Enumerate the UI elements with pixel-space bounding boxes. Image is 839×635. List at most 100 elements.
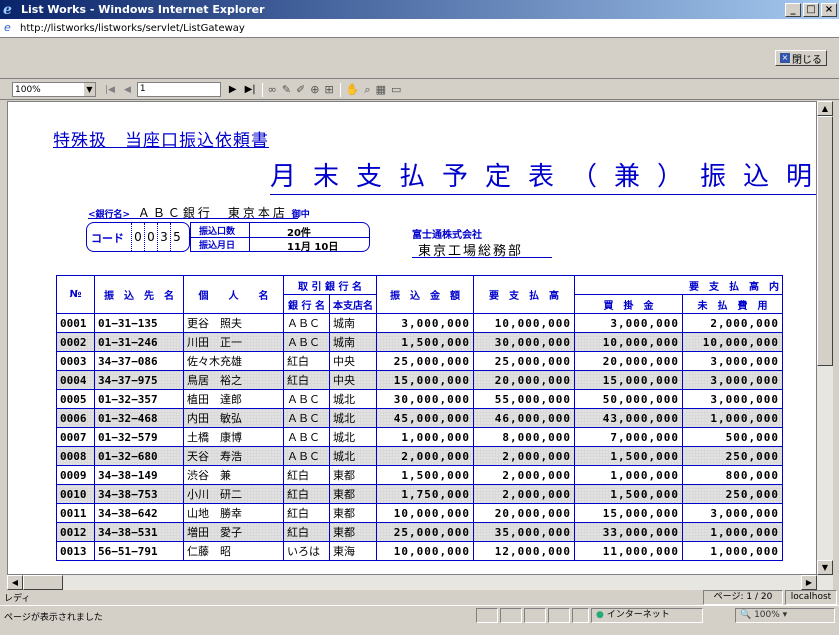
cell-bank: 紅白 — [283, 465, 330, 485]
scroll-left-button[interactable]: ◀ — [7, 575, 23, 590]
horizontal-scrollbar[interactable]: ◀ ▶ — [7, 575, 833, 590]
cell-amount: 2,000,000 — [376, 446, 474, 466]
minimize-button[interactable]: _ — [785, 2, 801, 17]
vertical-scrollbar[interactable]: ▲ ▼ — [817, 101, 833, 575]
scroll-thumb[interactable] — [23, 575, 63, 590]
cell-no: 0006 — [56, 408, 95, 428]
cell-unpaid: 3,000,000 — [682, 503, 783, 523]
cell-buy: 50,000,000 — [574, 389, 683, 409]
cell-total: 20,000,000 — [473, 503, 575, 523]
cell-buy: 43,000,000 — [574, 408, 683, 428]
date-value: 11月 10日 — [287, 242, 339, 253]
table-row: 0013 56−51−791 仁藤 昭いろは 東海 10,000,000 12,000,0… — [56, 541, 783, 561]
marker-icon[interactable]: ✐ — [296, 83, 305, 96]
cell-buy: 20,000,000 — [574, 351, 683, 371]
cell-unpaid: 1,000,000 — [682, 522, 783, 542]
scroll-down-button[interactable]: ▼ — [817, 560, 833, 575]
cell-branch: 城北 — [329, 446, 377, 466]
page-number-input[interactable]: 1 — [136, 82, 221, 97]
cell-total: 2,000,000 — [473, 465, 575, 485]
cell-amount: 1,000,000 — [376, 427, 474, 447]
first-page-button[interactable]: |◀ — [105, 85, 115, 95]
cell-unpaid: 1,000,000 — [682, 408, 783, 428]
header-bank-group: 取 引 銀 行 名 — [283, 275, 377, 295]
cell-bank: ＡＢＣ — [283, 332, 330, 352]
cell-branch: 東都 — [329, 484, 377, 504]
zoom-select[interactable]: 100% ▼ — [12, 82, 96, 97]
cell-branch: 城南 — [329, 332, 377, 352]
browser-zoom-value: 100% — [754, 610, 780, 620]
search-icon[interactable]: ⌕ — [364, 83, 370, 97]
header-unpaid: 未 払 費 用 — [682, 294, 783, 314]
code-digit: 0 — [131, 223, 144, 251]
cell-branch: 城北 — [329, 408, 377, 428]
cell-no: 0011 — [56, 503, 95, 523]
maximize-button[interactable]: □ — [803, 2, 819, 17]
browser-status-text: ページが表示されました — [4, 613, 103, 623]
cell-buy: 15,000,000 — [574, 370, 683, 390]
zone-label: インターネット — [606, 610, 670, 620]
report-viewport[interactable]: 特殊扱 当座口振込依頼書 月末支払予定表（兼）振込明細 <銀行名> ＡＢＣ銀行 … — [7, 101, 817, 575]
cell-unpaid: 3,000,000 — [682, 370, 783, 390]
code-label: コード — [91, 232, 124, 245]
zoom-value: 100% — [15, 84, 41, 95]
next-page-button[interactable]: ▶ — [229, 84, 237, 95]
header-bank: 銀 行 名 — [283, 294, 330, 314]
cell-no: 0009 — [56, 465, 95, 485]
cell-code: 34−37−086 — [94, 351, 184, 371]
layout-icon[interactable]: ▭ — [391, 83, 401, 96]
stamp-icon[interactable]: ⊕ — [310, 83, 319, 96]
cell-unpaid: 1,000,000 — [682, 541, 783, 561]
cell-bank: ＡＢＣ — [283, 408, 330, 428]
cell-bank: 紅白 — [283, 351, 330, 371]
cell-name: 川田 正一 — [183, 332, 284, 352]
page-icon: e — [4, 21, 11, 34]
cell-buy: 33,000,000 — [574, 522, 683, 542]
payment-table: № 振 込 先 名 個 人 名 取 引 銀 行 名 振 込 金 額 要 支 払 … — [56, 275, 783, 561]
cell-total: 2,000,000 — [473, 484, 575, 504]
divider — [412, 257, 552, 258]
cell-code: 01−31−246 — [94, 332, 184, 352]
cell-code: 34−37−975 — [94, 370, 184, 390]
cell-buy: 1,500,000 — [574, 446, 683, 466]
code-digit: 0 — [144, 223, 157, 251]
highlight-icon[interactable]: ✎ — [282, 83, 291, 96]
table-row: 0006 01−32−468 内田 敏弘 ＡＢＣ 城北 45,000,000 46,000,… — [56, 408, 783, 428]
cell-total: 8,000,000 — [473, 427, 575, 447]
link-icon[interactable]: ∞ — [268, 83, 277, 96]
browser-statusbar: ページが表示されました ● インターネット 🔍 100% ▾ — [0, 605, 839, 624]
close-report-button[interactable]: × 閉じる — [775, 50, 827, 66]
header-no: № — [56, 275, 95, 314]
hand-tool-icon[interactable]: ✋ — [346, 83, 360, 96]
cell-bank: 紅白 — [283, 484, 330, 504]
cell-branch: 東海 — [329, 541, 377, 561]
cell-unpaid: 250,000 — [682, 446, 783, 466]
chevron-down-icon[interactable]: ▼ — [83, 83, 95, 96]
cell-no: 0008 — [56, 446, 95, 466]
scroll-thumb[interactable] — [817, 116, 833, 366]
document-subtitle: 月末支払予定表（兼）振込明細 — [270, 156, 816, 195]
cell-unpaid: 250,000 — [682, 484, 783, 504]
cell-amount: 1,750,000 — [376, 484, 474, 504]
cell-branch: 城南 — [329, 313, 377, 333]
last-page-button[interactable]: ▶| — [245, 84, 256, 95]
ready-status: レディ — [4, 594, 31, 604]
address-bar[interactable]: e http://listworks/listworks/servlet/Lis… — [0, 19, 839, 38]
note-icon[interactable]: ⊞ — [324, 83, 333, 96]
scroll-right-button[interactable]: ▶ — [801, 575, 817, 590]
thumbnail-icon[interactable]: ▦ — [376, 83, 386, 96]
prev-page-button[interactable]: ◀ — [124, 85, 131, 95]
cell-name: 仁藤 昭 — [183, 541, 284, 561]
browser-zoom[interactable]: 🔍 100% ▾ — [735, 608, 835, 623]
transfer-info-box: 振込口数 20件 振込月日 11月 10日 — [190, 222, 370, 253]
scroll-up-button[interactable]: ▲ — [817, 101, 833, 116]
cell-amount: 10,000,000 — [376, 503, 474, 523]
host-status: localhost — [785, 590, 837, 605]
cell-buy: 7,000,000 — [574, 427, 683, 447]
cell-no: 0007 — [56, 427, 95, 447]
cell-bank: 紅白 — [283, 370, 330, 390]
cell-unpaid: 500,000 — [682, 427, 783, 447]
close-window-button[interactable]: × — [821, 2, 837, 17]
cell-bank: いろは — [283, 541, 330, 561]
address-url[interactable]: http://listworks/listworks/servlet/ListG… — [20, 23, 245, 34]
